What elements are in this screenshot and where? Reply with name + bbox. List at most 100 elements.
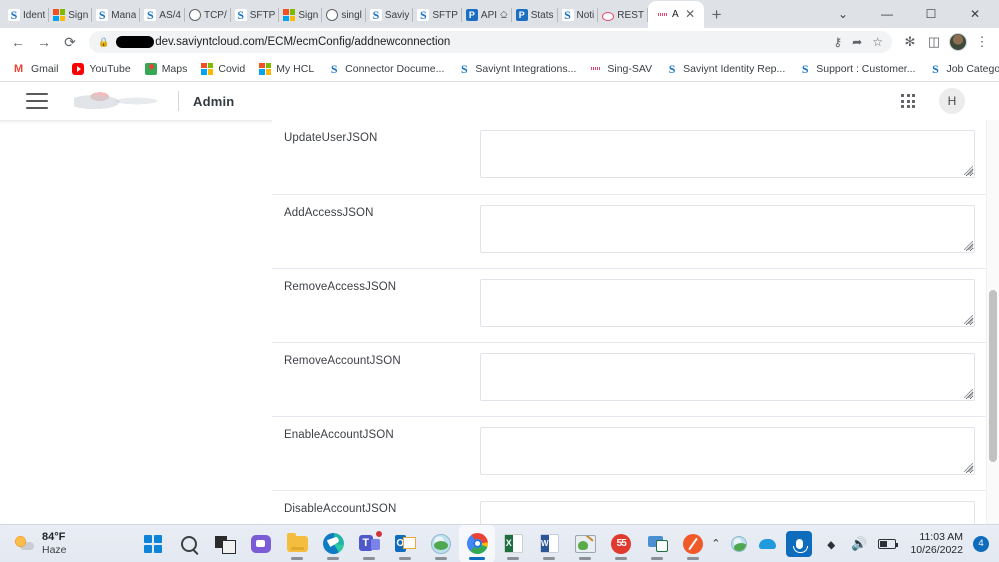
bookmark-item[interactable]: Saviynt Identity Rep... [660,61,791,77]
new-tab-button[interactable]: + [704,2,730,28]
excel-share-icon [647,535,668,553]
task-view-button[interactable] [207,525,243,562]
avatar[interactable]: H [939,88,965,114]
ss-app-button[interactable] [603,525,639,562]
taskbar-apps [135,524,711,562]
wifi-icon[interactable] [822,535,840,553]
saviynt-icon [929,62,942,75]
bookmark-item[interactable]: Connector Docume... [322,61,450,77]
mic-glyph [792,538,808,553]
page-title: Admin [193,93,235,109]
teams-chat-icon [251,534,272,553]
bookmark-star-icon[interactable]: ☆ [872,35,883,49]
orange-app-button[interactable] [675,525,711,562]
reload-button[interactable]: ⟳ [58,30,82,54]
enableaccountjson-textarea[interactable] [480,427,975,475]
file-explorer-button[interactable] [279,525,315,562]
microphone-icon[interactable] [786,530,813,557]
browser-tab[interactable]: Sign [279,2,323,28]
vertical-scrollbar[interactable] [986,120,999,524]
saviynt-icon [144,9,157,21]
hamburger-icon[interactable] [26,93,48,109]
browser-tab[interactable]: REST [598,2,648,28]
form-row: AddAccessJSON [272,194,989,268]
notification-count-badge[interactable]: 4 [973,535,989,552]
tab-label: Ident [23,9,46,21]
form-row: RemoveAccessJSON [272,268,989,342]
tab-search-button[interactable]: ⌄ [821,0,865,28]
edge-button[interactable] [315,525,351,562]
globe-app-button[interactable] [423,525,459,562]
globe-tray-icon[interactable] [730,535,748,553]
back-button[interactable]: ← [6,30,30,54]
extensions-icon[interactable]: ✻ [899,31,921,53]
bookmark-item[interactable]: YouTube [66,61,136,77]
removeaccessjson-textarea[interactable] [480,279,975,327]
taskbar-search-button[interactable] [171,525,207,562]
word-button[interactable] [531,525,567,562]
paint-button[interactable] [567,525,603,562]
browser-tab[interactable]: TCP/ [185,2,231,28]
active-browser-tab[interactable]: A ✕ [647,1,704,28]
tab-label: AS/4 [159,9,181,21]
textarea-wrapper [480,353,975,401]
address-bar[interactable]: 🔒 dev.saviyntcloud.com/ECM/ecmConfig/add… [89,31,892,53]
weather-widget[interactable]: 84°F Haze [0,531,135,556]
chrome-menu-icon[interactable]: ⋮ [971,31,993,53]
field-label: RemoveAccessJSON [284,281,397,293]
browser-tab[interactable]: Saviy [366,2,414,28]
bookmark-item[interactable]: Support : Customer... [793,61,921,77]
xl-share-button[interactable] [639,525,675,562]
onedrive-icon[interactable] [758,535,776,553]
bookmark-item[interactable]: Covid [195,61,251,77]
chrome-button[interactable] [459,524,496,562]
clock[interactable]: 11:03 AM 10/26/2022 [906,531,963,556]
scrollbar-thumb[interactable] [989,290,997,462]
maximize-button[interactable]: ☐ [909,0,953,28]
start-button[interactable] [135,525,171,562]
bookmark-item[interactable]: My HCL [253,61,320,77]
browser-tab[interactable]: Sign [49,2,93,28]
browser-tab[interactable]: P API ⎐ [462,2,512,28]
browser-tab[interactable]: singl [322,2,366,28]
windows-start-icon [144,534,163,553]
browser-tab[interactable]: Noti [558,2,599,28]
browser-tab[interactable]: Manа [92,2,141,28]
bookmark-item[interactable]: Job Categories for... [923,61,999,77]
tray-overflow-icon[interactable]: ⌃ [711,537,720,550]
teams-button[interactable] [351,525,387,562]
removeaccountjson-textarea[interactable] [480,353,975,401]
minimize-button[interactable]: — [865,0,909,28]
browser-tab[interactable]: SFTP [231,2,280,28]
weather-text: 84°F Haze [42,531,67,556]
password-key-icon[interactable]: ⚷ [833,35,842,49]
close-tab-icon[interactable]: ✕ [684,8,697,21]
browser-tab[interactable]: SFTP [413,2,462,28]
bookmark-item[interactable]: Saviynt Integrations... [452,61,582,77]
browser-tab[interactable]: AS/4 [140,2,185,28]
apps-grid-icon[interactable] [901,94,915,108]
browser-tab[interactable]: Ident [4,2,50,28]
outlook-button[interactable] [387,525,423,562]
field-label: RemoveAccountJSON [284,355,401,367]
chat-button[interactable] [243,525,279,562]
orange-pen-icon [683,533,704,554]
excel-button[interactable] [495,525,531,562]
disableaccountjson-textarea[interactable] [480,501,975,524]
side-panel-icon[interactable]: ◫ [923,31,945,53]
bookmark-item[interactable]: M Gmail [8,61,64,77]
bookmark-label: Saviynt Integrations... [475,62,577,75]
share-icon[interactable]: ➦ [852,35,862,49]
forward-button[interactable]: → [32,30,56,54]
globe-icon [326,9,339,21]
close-window-button[interactable]: ✕ [953,0,997,28]
bookmark-item[interactable]: Sing-SAV [584,61,658,77]
browser-tab[interactable]: P Stats [512,2,558,28]
postman-icon: P [465,9,478,21]
bookmark-item[interactable]: Maps [139,61,194,77]
updateuserjson-textarea[interactable] [480,130,975,178]
battery-icon[interactable] [878,535,899,553]
volume-icon[interactable]: 🔊 [850,535,868,553]
addaccessjson-textarea[interactable] [480,205,975,253]
profile-avatar[interactable] [947,31,969,53]
